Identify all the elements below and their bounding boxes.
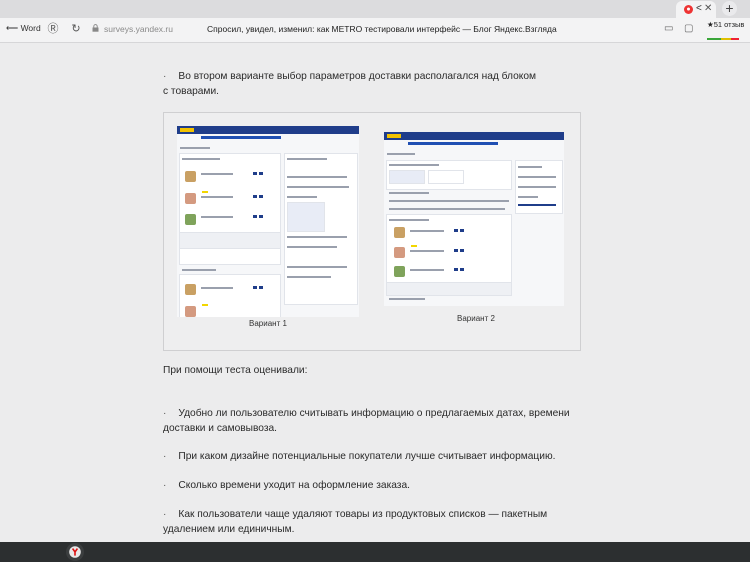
intro-line-2: с товарами. (163, 86, 219, 97)
yandex-browser-taskbar-button[interactable] (66, 543, 84, 561)
protect-icon[interactable]: ▢ (684, 23, 693, 34)
taskbar (0, 542, 750, 562)
date-dropdown (287, 202, 325, 232)
rating-text: ★51 отзыв (707, 20, 745, 29)
page-title: Спросил, увидел, изменил: как METRO тест… (207, 24, 557, 34)
browser-toolbar: ⟵ Word Ⓡ ↻ surveys.yandex.ru Спросил, ув… (0, 18, 750, 43)
bullet-marker: · (163, 71, 167, 82)
rating-bar (707, 33, 750, 40)
metro-header (384, 132, 564, 140)
variant-1-screenshot (177, 126, 359, 317)
question-item: · При каком дизайне потенциальные покупат… (163, 449, 555, 464)
metro-logo (387, 134, 401, 138)
intro-line-1: Во втором варианте выбор параметров дост… (178, 71, 537, 82)
back-label: Word (20, 23, 41, 33)
metro-logo (180, 128, 194, 132)
intro-bullet: · Во втором варианте выбор параметров дос… (163, 69, 536, 99)
figure-caption-left: Вариант 1 (249, 319, 287, 328)
question-item: · Сколько времени уходит на оформление за… (163, 478, 410, 493)
notification-badge-icon: ● (684, 5, 693, 14)
reader-mode-icon[interactable]: ▭ (664, 23, 673, 34)
address-domain[interactable]: surveys.yandex.ru (104, 24, 173, 34)
bullet-marker: · (163, 451, 167, 462)
tab-label: < (696, 3, 702, 14)
figure-caption-right: Вариант 2 (457, 314, 495, 323)
reload-icon[interactable]: ↻ (69, 22, 83, 36)
article-page: · Во втором варианте выбор параметров дос… (0, 43, 750, 542)
back-button[interactable]: ⟵ Word (6, 23, 41, 34)
metro-header (177, 126, 359, 134)
close-tab-icon[interactable]: ✕ (704, 3, 712, 14)
question-4-line-2: удалением или единичным. (163, 524, 295, 535)
comparison-figure: Вариант 1 Вариант 2 (163, 112, 581, 351)
tab-strip: ● < ✕ + (0, 0, 750, 18)
new-tab-button[interactable]: + (722, 1, 737, 16)
bullet-marker: · (163, 480, 167, 491)
question-item: · Как пользователи чаще удаляют товары из… (163, 507, 547, 537)
yandex-ids-icon[interactable]: Ⓡ (46, 22, 60, 36)
variant-2-screenshot (384, 132, 564, 306)
bullet-marker: · (163, 408, 167, 419)
question-3-line-1: Сколько времени уходит на оформление зак… (178, 480, 410, 491)
arrow-left-icon: ⟵ (6, 23, 19, 33)
lock-icon (92, 24, 99, 32)
question-item: · Удобно ли пользователю считывать информ… (163, 406, 570, 436)
test-lead: При помощи теста оценивали: (163, 365, 308, 376)
question-1-line-2: доставки и самовывоза. (163, 423, 278, 434)
question-1-line-1: Удобно ли пользователю считывать информа… (178, 408, 570, 419)
yandex-logo-icon (69, 546, 81, 558)
bullet-marker: · (163, 509, 167, 520)
question-4-line-1: Как пользователи чаще удаляют товары из … (178, 509, 548, 520)
site-rating[interactable]: ★51 отзыв (707, 20, 750, 40)
question-2-line-1: При каком дизайне потенциальные покупате… (178, 451, 556, 462)
browser-tab[interactable]: ● < ✕ (676, 1, 716, 18)
